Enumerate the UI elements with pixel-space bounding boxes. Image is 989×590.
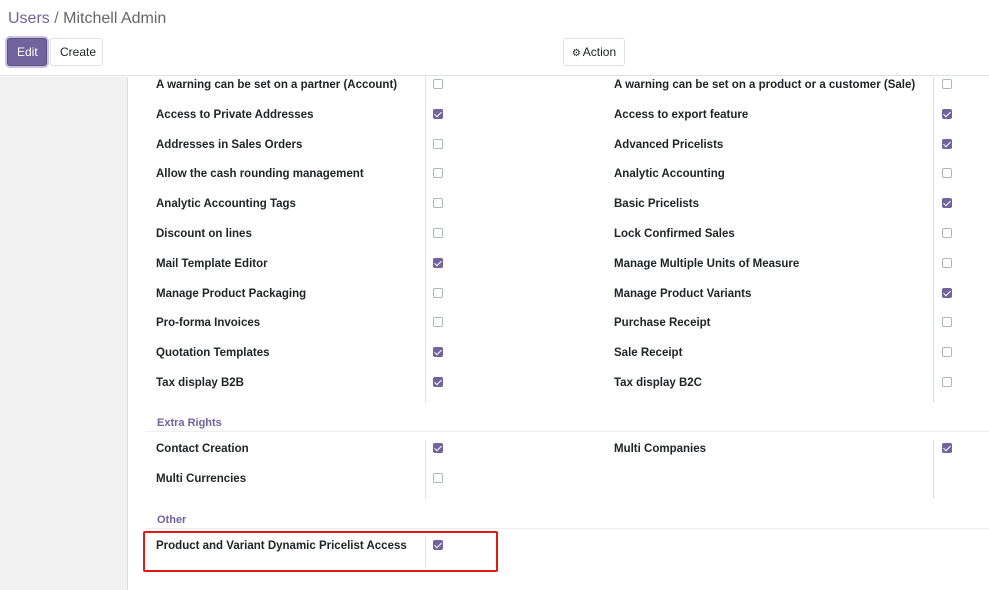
permission-label: Mail Template Editor <box>156 257 268 270</box>
permission-label: Access to Private Addresses <box>156 108 314 121</box>
checkbox-checked[interactable] <box>433 347 443 358</box>
breadcrumb-current: Mitchell Admin <box>63 10 167 27</box>
checkbox-checked[interactable] <box>942 287 952 298</box>
checkbox-unchecked[interactable] <box>942 168 952 179</box>
section-other-title: Other <box>157 514 187 526</box>
permission-label: Manage Multiple Units of Measure <box>614 257 800 270</box>
permission-label: Lock Confirmed Sales <box>614 228 735 240</box>
checkbox-unchecked[interactable] <box>433 228 443 238</box>
breadcrumb: Users / Mitchell Admin <box>8 9 166 28</box>
checkbox-unchecked[interactable] <box>433 138 443 149</box>
permission-label: Manage Product Packaging <box>156 287 307 300</box>
permission-label: Multi Companies <box>614 443 707 455</box>
breadcrumb-separator: / <box>54 10 59 27</box>
permission-label: A warning can be set on a product or a c… <box>614 79 916 91</box>
checkbox-unchecked[interactable] <box>942 79 952 89</box>
checkbox-checked[interactable] <box>433 377 443 387</box>
permission-label: Addresses in Sales Orders <box>156 138 303 151</box>
permission-label: Multi Currencies <box>156 472 247 485</box>
column-divider <box>933 77 934 403</box>
permission-label: Advanced Pricelists <box>614 138 724 151</box>
edit-button[interactable]: Edit <box>7 38 47 66</box>
permission-label: Purchase Receipt <box>614 317 711 330</box>
control-panel: Users / Mitchell Admin Edit Create ⚙ Acti… <box>0 0 989 76</box>
form-sheet <box>128 77 989 590</box>
checkbox-unchecked[interactable] <box>942 317 952 328</box>
column-divider <box>425 77 426 403</box>
action-button[interactable]: ⚙ Action <box>563 38 625 66</box>
section-extra-rights-title: Extra Rights <box>157 417 222 429</box>
checkbox-checked[interactable] <box>942 443 952 453</box>
checkbox-unchecked[interactable] <box>942 347 952 358</box>
checkbox-checked[interactable] <box>942 198 952 209</box>
checkbox-unchecked[interactable] <box>433 198 443 209</box>
checkbox-unchecked[interactable] <box>942 377 952 387</box>
permission-label: Analytic Accounting <box>614 168 725 181</box>
gear-icon: ⚙ <box>571 48 581 59</box>
checkbox-unchecked[interactable] <box>942 228 952 238</box>
checkbox-checked[interactable] <box>433 257 443 268</box>
checkbox-checked[interactable] <box>942 138 952 149</box>
permission-label: A warning can be set on a partner (Accou… <box>156 79 398 91</box>
section-divider <box>146 431 989 432</box>
checkbox-unchecked[interactable] <box>433 472 443 483</box>
checkbox-checked[interactable] <box>942 108 952 119</box>
permission-label: Manage Product Variants <box>614 287 752 300</box>
form-background <box>0 77 128 590</box>
permission-label: Allow the cash rounding management <box>156 168 364 181</box>
highlight-box <box>143 531 498 572</box>
breadcrumb-users-link[interactable]: Users <box>8 10 50 27</box>
permission-label: Analytic Accounting Tags <box>156 198 296 211</box>
permission-label: Tax display B2B <box>156 377 244 389</box>
action-button-label: Action <box>582 45 617 59</box>
column-divider <box>933 440 934 499</box>
checkbox-unchecked[interactable] <box>433 168 443 179</box>
permission-label: Pro-forma Invoices <box>156 317 261 330</box>
checkbox-checked[interactable] <box>433 443 443 453</box>
checkbox-checked[interactable] <box>433 108 443 119</box>
permission-label: Tax display B2C <box>614 377 702 389</box>
section-divider <box>146 528 989 529</box>
permission-label: Discount on lines <box>156 228 252 240</box>
checkbox-unchecked[interactable] <box>433 287 443 298</box>
checkbox-unchecked[interactable] <box>942 257 952 268</box>
permission-label: Quotation Templates <box>156 347 270 360</box>
permission-label: Sale Receipt <box>614 347 683 360</box>
create-button[interactable]: Create <box>50 38 103 66</box>
column-divider <box>425 440 426 499</box>
permission-label: Contact Creation <box>156 443 249 455</box>
checkbox-unchecked[interactable] <box>433 317 443 328</box>
checkbox-unchecked[interactable] <box>433 79 443 89</box>
permission-label: Access to export feature <box>614 108 749 121</box>
permission-label: Basic Pricelists <box>614 198 700 211</box>
